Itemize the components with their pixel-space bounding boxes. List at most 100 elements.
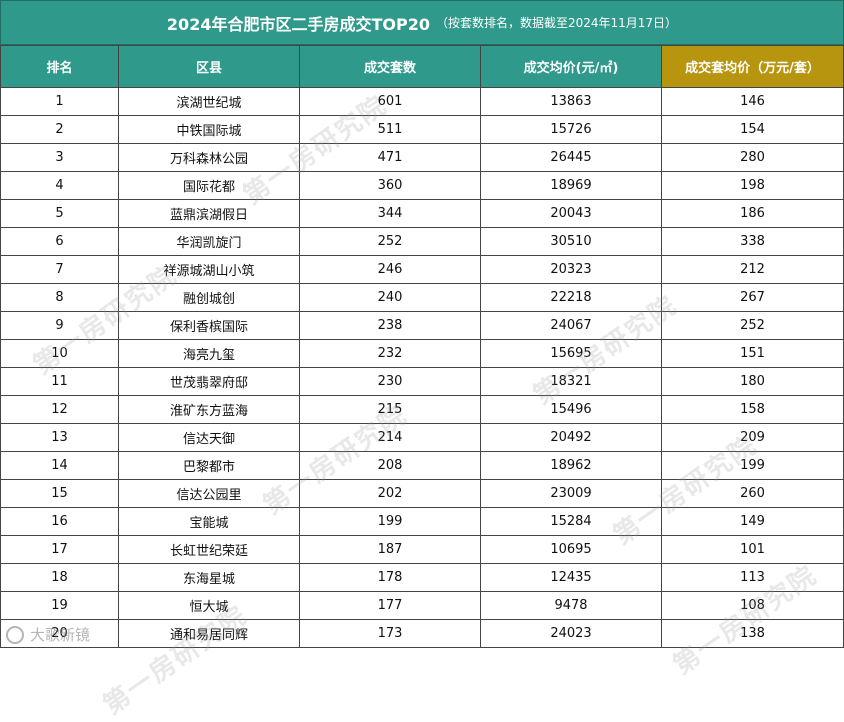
units-cell: 215 xyxy=(299,395,481,424)
rank-cell: 16 xyxy=(0,507,119,536)
table-row: 20 通和易居同辉 173 24023 138 xyxy=(0,619,844,648)
units-cell: 202 xyxy=(299,479,481,508)
rank-cell: 14 xyxy=(0,451,119,480)
avg-total-cell: 149 xyxy=(661,507,844,536)
avg-price-cell: 20323 xyxy=(480,255,662,284)
avg-price-cell: 20492 xyxy=(480,423,662,452)
table-row: 14 巴黎都市 208 18962 199 xyxy=(0,451,844,480)
rank-cell: 7 xyxy=(0,255,119,284)
avg-price-cell: 18962 xyxy=(480,451,662,480)
avg-price-cell: 22218 xyxy=(480,283,662,312)
avg-total-cell: 212 xyxy=(661,255,844,284)
district-cell: 保利香槟国际 xyxy=(118,311,300,340)
avg-total-cell: 199 xyxy=(661,451,844,480)
avg-total-cell: 108 xyxy=(661,591,844,620)
rank-cell: 13 xyxy=(0,423,119,452)
units-cell: 360 xyxy=(299,171,481,200)
avg-total-cell: 267 xyxy=(661,283,844,312)
table-row: 6 华润凯旋门 252 30510 338 xyxy=(0,227,844,256)
rank-cell: 6 xyxy=(0,227,119,256)
units-cell: 240 xyxy=(299,283,481,312)
units-cell: 208 xyxy=(299,451,481,480)
avg-price-cell: 12435 xyxy=(480,563,662,592)
units-cell: 344 xyxy=(299,199,481,228)
units-cell: 173 xyxy=(299,619,481,648)
district-cell: 长虹世纪荣廷 xyxy=(118,535,300,564)
avg-total-cell: 154 xyxy=(661,115,844,144)
avg-price-cell: 30510 xyxy=(480,227,662,256)
table-row: 3 万科森林公园 471 26445 280 xyxy=(0,143,844,172)
units-cell: 232 xyxy=(299,339,481,368)
corner-logo: 大歌新镜 xyxy=(6,624,90,645)
avg-total-cell: 209 xyxy=(661,423,844,452)
rank-cell: 10 xyxy=(0,339,119,368)
table-row: 18 东海星城 178 12435 113 xyxy=(0,563,844,592)
header-row: 排名 区县 成交套数 成交均价(元/㎡) 成交套均价（万元/套） xyxy=(0,45,844,88)
page-title: 2024年合肥市区二手房成交TOP20 xyxy=(166,14,430,34)
rank-cell: 15 xyxy=(0,479,119,508)
avg-price-cell: 26445 xyxy=(480,143,662,172)
avg-total-cell: 186 xyxy=(661,199,844,228)
col-district-header: 区县 xyxy=(118,45,300,88)
table-row: 8 融创城创 240 22218 267 xyxy=(0,283,844,312)
avg-price-cell: 20043 xyxy=(480,199,662,228)
units-cell: 252 xyxy=(299,227,481,256)
table-row: 15 信达公园里 202 23009 260 xyxy=(0,479,844,508)
avg-total-cell: 158 xyxy=(661,395,844,424)
avg-price-cell: 18969 xyxy=(480,171,662,200)
district-cell: 世茂翡翠府邸 xyxy=(118,367,300,396)
rank-cell: 11 xyxy=(0,367,119,396)
title-bar: 2024年合肥市区二手房成交TOP20 （按套数排名，数据截至2024年11月1… xyxy=(0,0,844,45)
avg-total-cell: 113 xyxy=(661,563,844,592)
rank-cell: 5 xyxy=(0,199,119,228)
district-cell: 信达公园里 xyxy=(118,479,300,508)
col-rank-header: 排名 xyxy=(0,45,119,88)
units-cell: 230 xyxy=(299,367,481,396)
units-cell: 177 xyxy=(299,591,481,620)
rank-cell: 12 xyxy=(0,395,119,424)
avg-price-cell: 18321 xyxy=(480,367,662,396)
rank-cell: 9 xyxy=(0,311,119,340)
district-cell: 万科森林公园 xyxy=(118,143,300,172)
rank-cell: 19 xyxy=(0,591,119,620)
district-cell: 通和易居同辉 xyxy=(118,619,300,648)
table-row: 16 宝能城 199 15284 149 xyxy=(0,507,844,536)
district-cell: 融创城创 xyxy=(118,283,300,312)
avg-price-cell: 13863 xyxy=(480,87,662,116)
title-note: （按套数排名，数据截至2024年11月17日） xyxy=(435,16,678,30)
units-cell: 246 xyxy=(299,255,481,284)
rank-cell: 2 xyxy=(0,115,119,144)
district-cell: 淮矿东方蓝海 xyxy=(118,395,300,424)
avg-total-cell: 338 xyxy=(661,227,844,256)
units-cell: 178 xyxy=(299,563,481,592)
rank-cell: 8 xyxy=(0,283,119,312)
district-cell: 国际花都 xyxy=(118,171,300,200)
rank-cell: 1 xyxy=(0,87,119,116)
avg-total-cell: 198 xyxy=(661,171,844,200)
col-avg-total-header: 成交套均价（万元/套） xyxy=(661,45,844,88)
table-row: 13 信达天御 214 20492 209 xyxy=(0,423,844,452)
ranking-table: 排名 区县 成交套数 成交均价(元/㎡) 成交套均价（万元/套） 1 滨湖世纪城 6… xyxy=(0,45,844,648)
col-avg-price-header: 成交均价(元/㎡) xyxy=(480,45,662,88)
table-row: 7 祥源城湖山小筑 246 20323 212 xyxy=(0,255,844,284)
avg-price-cell: 15284 xyxy=(480,507,662,536)
table-row: 2 中铁国际城 511 15726 154 xyxy=(0,115,844,144)
table-body: 1 滨湖世纪城 601 13863 146 2 中铁国际城 511 15726 154 3 万科森林公… xyxy=(0,87,844,648)
avg-total-cell: 180 xyxy=(661,367,844,396)
units-cell: 601 xyxy=(299,87,481,116)
table-row: 10 海亮九玺 232 15695 151 xyxy=(0,339,844,368)
district-cell: 蓝鼎滨湖假日 xyxy=(118,199,300,228)
district-cell: 滨湖世纪城 xyxy=(118,87,300,116)
district-cell: 恒大城 xyxy=(118,591,300,620)
avg-price-cell: 15695 xyxy=(480,339,662,368)
units-cell: 187 xyxy=(299,535,481,564)
avg-total-cell: 138 xyxy=(661,619,844,648)
avg-price-cell: 24067 xyxy=(480,311,662,340)
units-cell: 238 xyxy=(299,311,481,340)
district-cell: 中铁国际城 xyxy=(118,115,300,144)
units-cell: 199 xyxy=(299,507,481,536)
district-cell: 巴黎都市 xyxy=(118,451,300,480)
logo-icon xyxy=(6,625,24,644)
avg-total-cell: 146 xyxy=(661,87,844,116)
table-row: 5 蓝鼎滨湖假日 344 20043 186 xyxy=(0,199,844,228)
